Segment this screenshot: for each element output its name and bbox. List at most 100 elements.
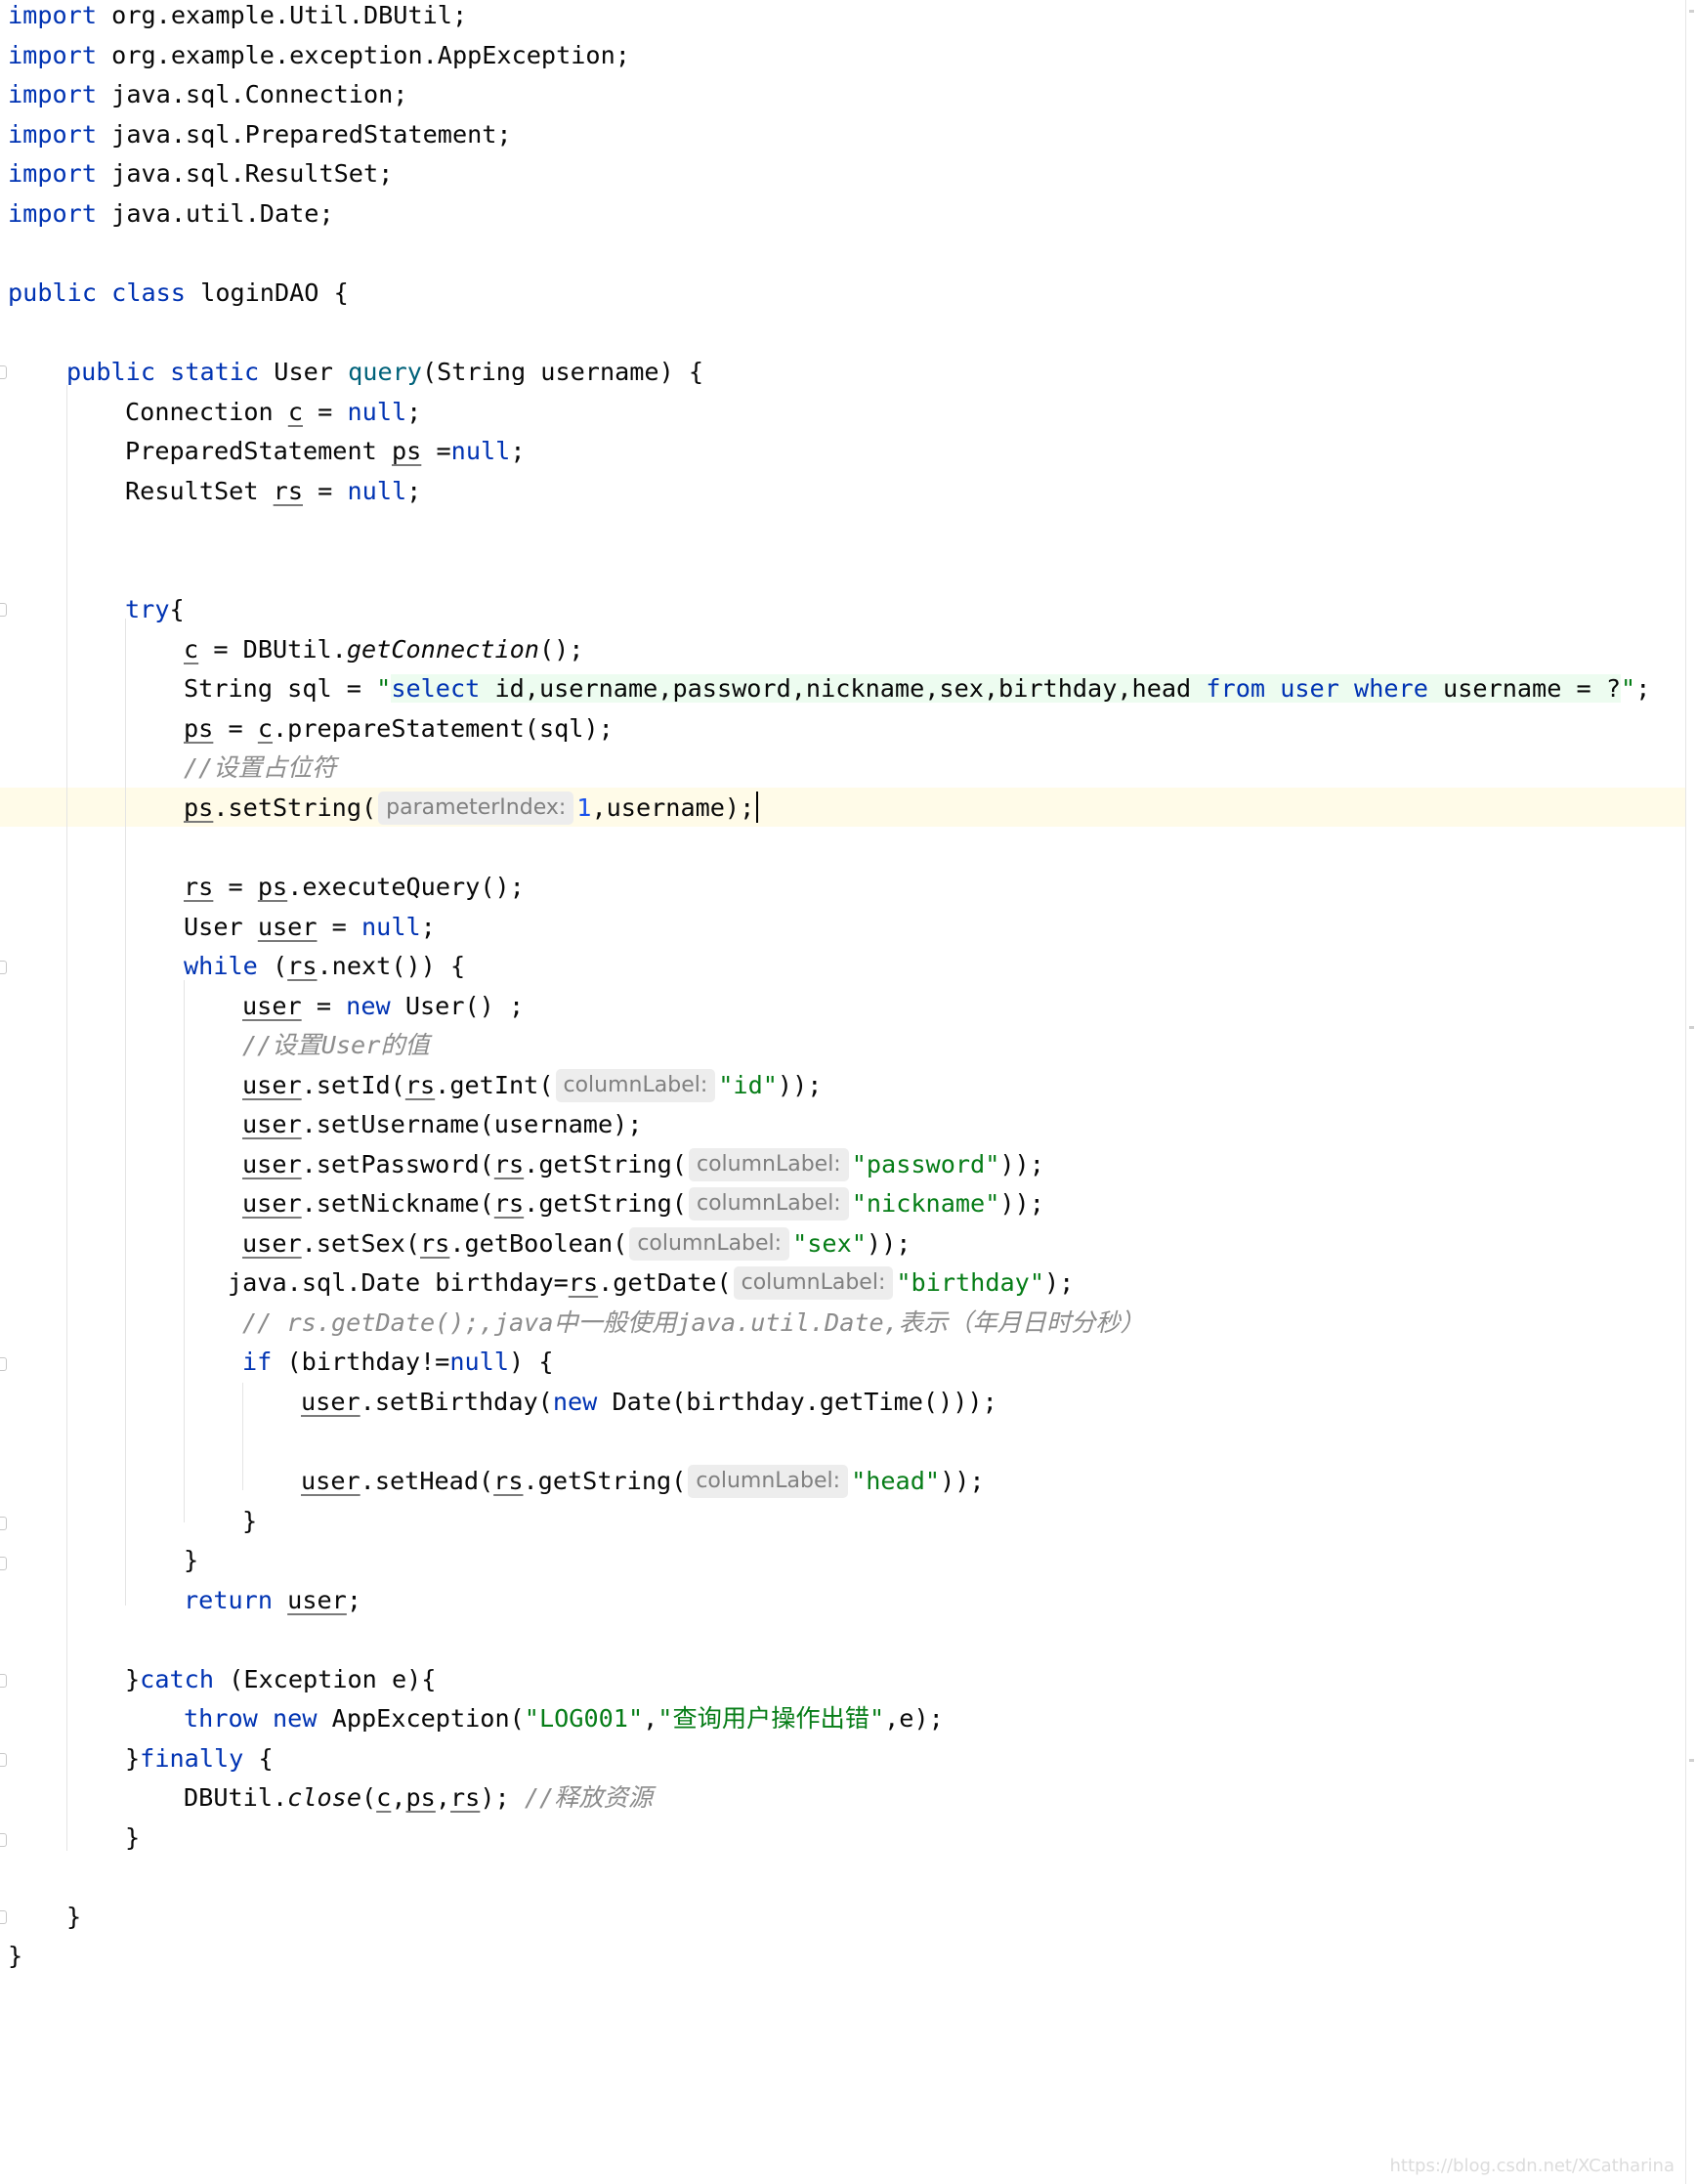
parameter-hint: columnLabel: [688,1465,849,1498]
number-literal: 1 [576,793,592,822]
fold-marker-finally-end[interactable] [0,1833,7,1847]
variable: rs [568,1268,599,1297]
code-line-36[interactable]: user.setBirthday(new Date(birthday.getTi… [301,1383,997,1422]
code-line-29[interactable]: user.setUsername(username); [242,1105,642,1144]
code-line-10[interactable]: public static User query(String username… [66,353,703,392]
code-line-46[interactable]: DBUtil.close(c,ps,rs); //释放资源 [184,1778,653,1818]
code-text: ( [360,1783,377,1812]
code-line-5[interactable]: import java.sql.ResultSet; [8,154,393,193]
code-line-30[interactable]: user.setPassword(rs.getString(columnLabe… [242,1145,1044,1184]
code-text: org.example.Util.DBUtil; [97,1,468,29]
code-text: = [317,913,361,941]
code-line-27[interactable]: //设置User的值 [242,1026,430,1065]
indent-guide-while [184,980,185,1522]
code-line-18[interactable]: String sql = "select id,username,passwor… [184,669,1650,708]
code-line-38[interactable]: user.setHead(rs.getString(columnLabel: "h… [301,1462,985,1501]
code-text: java.sql.Connection; [97,80,408,108]
code-line-34[interactable]: // rs.getDate();,java中一般使用java.util.Date… [242,1304,1145,1343]
watermark: https://blog.csdn.net/XCatharina [1389,2156,1675,2176]
code-line-16[interactable]: try{ [125,590,185,629]
code-text: } [242,1507,258,1535]
code-text: java.sql.PreparedStatement; [97,120,512,149]
code-line-20[interactable]: //设置占位符 [184,749,336,788]
code-text: )); [999,1150,1044,1178]
keyword: finally [140,1744,244,1773]
comment: //设置占位符 [184,753,337,782]
fold-marker-method[interactable] [0,365,7,379]
code-line-4[interactable]: import java.sql.PreparedStatement; [8,115,512,154]
code-line-21[interactable]: ps.setString(parameterIndex: 1,username); [184,789,759,828]
fold-marker-if[interactable] [0,1357,7,1371]
stripe-mark [1689,10,1694,13]
code-line-3[interactable]: import java.sql.Connection; [8,75,407,114]
text-caret [756,792,759,823]
code-line-39[interactable]: } [242,1502,257,1541]
editor-scrollbar[interactable] [1685,0,1696,2184]
string-quote: " [376,674,392,703]
code-text: java.sql.ResultSet; [97,159,394,188]
code-line-12[interactable]: PreparedStatement ps =null; [125,432,526,471]
code-line-31[interactable]: user.setNickname(rs.getString(columnLabe… [242,1184,1044,1223]
code-text: .getInt( [435,1071,554,1099]
code-line-17[interactable]: c = DBUtil.getConnection(); [184,630,583,669]
parameter-hint: columnLabel: [688,1187,849,1220]
code-line-41[interactable]: return user; [184,1581,361,1620]
code-line-1[interactable]: import org.example.Util.DBUtil; [8,0,467,35]
code-line-44[interactable]: throw new AppException("LOG001","查询用户操作出… [184,1699,944,1738]
code-text: ResultSet [125,477,274,505]
fold-marker-while[interactable] [0,961,7,974]
code-line-19[interactable]: ps = c.prepareStatement(sql); [184,709,614,749]
variable: user [242,992,302,1020]
code-line-24[interactable]: User user = null; [184,908,436,947]
code-line-45[interactable]: }finally { [125,1739,274,1778]
variable: rs [450,1783,481,1812]
fold-marker-try[interactable] [0,603,7,617]
code-text: ; [420,913,436,941]
fold-marker-while-end[interactable] [0,1557,7,1570]
code-text: ,e); [884,1704,944,1733]
code-line-33[interactable]: java.sql.Date birthday=rs.getDate(column… [228,1263,1074,1303]
code-line-32[interactable]: user.setSex(rs.getBoolean(columnLabel: "s… [242,1224,911,1263]
fold-marker-if-end[interactable] [0,1517,7,1530]
code-editor[interactable]: import org.example.Util.DBUtil; import o… [0,0,1696,2184]
fold-marker-catch[interactable] [0,1674,7,1688]
code-line-13[interactable]: ResultSet rs = null; [125,472,421,511]
code-text: )); [999,1189,1044,1218]
code-line-50[interactable]: } [8,1937,22,1976]
code-line-47[interactable]: } [125,1819,140,1858]
comment: //设置User的值 [242,1031,430,1059]
code-line-6[interactable]: import java.util.Date; [8,194,334,234]
code-text: .setUsername(username); [301,1110,643,1138]
parameter-hint: columnLabel: [688,1148,849,1181]
code-text: Date(birthday.getTime())); [597,1388,997,1416]
code-text: User() ; [390,992,525,1020]
code-line-25[interactable]: while (rs.next()) { [184,947,465,986]
variable: rs [404,1071,436,1099]
comment: // rs.getDate();,java中一般使用java.util.Date… [242,1308,1145,1337]
string-literal: "nickname" [851,1189,1000,1218]
variable: user [242,1189,302,1218]
code-line-8[interactable]: public class loginDAO { [8,274,349,313]
code-line-28[interactable]: user.setId(rs.getInt(columnLabel: "id")); [242,1066,822,1105]
code-text: loginDAO { [185,278,349,307]
code-line-35[interactable]: if (birthday!=null) { [242,1343,554,1382]
variable: rs [420,1229,450,1258]
code-line-11[interactable]: Connection c = null; [125,393,421,432]
sql-keyword: where [1354,674,1428,703]
fold-marker-method-end[interactable] [0,1910,7,1924]
code-line-26[interactable]: user = new User() ; [242,987,524,1026]
parameter-hint: columnLabel: [733,1266,894,1300]
keyword: public class [8,278,186,307]
code-line-49[interactable]: } [66,1898,81,1937]
fold-marker-finally[interactable] [0,1753,7,1767]
code-line-40[interactable]: } [184,1541,198,1580]
code-line-2[interactable]: import org.example.exception.AppExceptio… [8,36,630,75]
code-line-43[interactable]: }catch (Exception e){ [125,1660,436,1699]
editor-gutter[interactable] [0,0,8,2184]
code-line-23[interactable]: rs = ps.executeQuery(); [184,868,525,907]
code-text: ; [406,477,422,505]
variable: user [301,1388,360,1416]
code-text: )); [940,1467,985,1495]
keyword: import [8,41,97,69]
code-text: } [8,1942,23,1970]
